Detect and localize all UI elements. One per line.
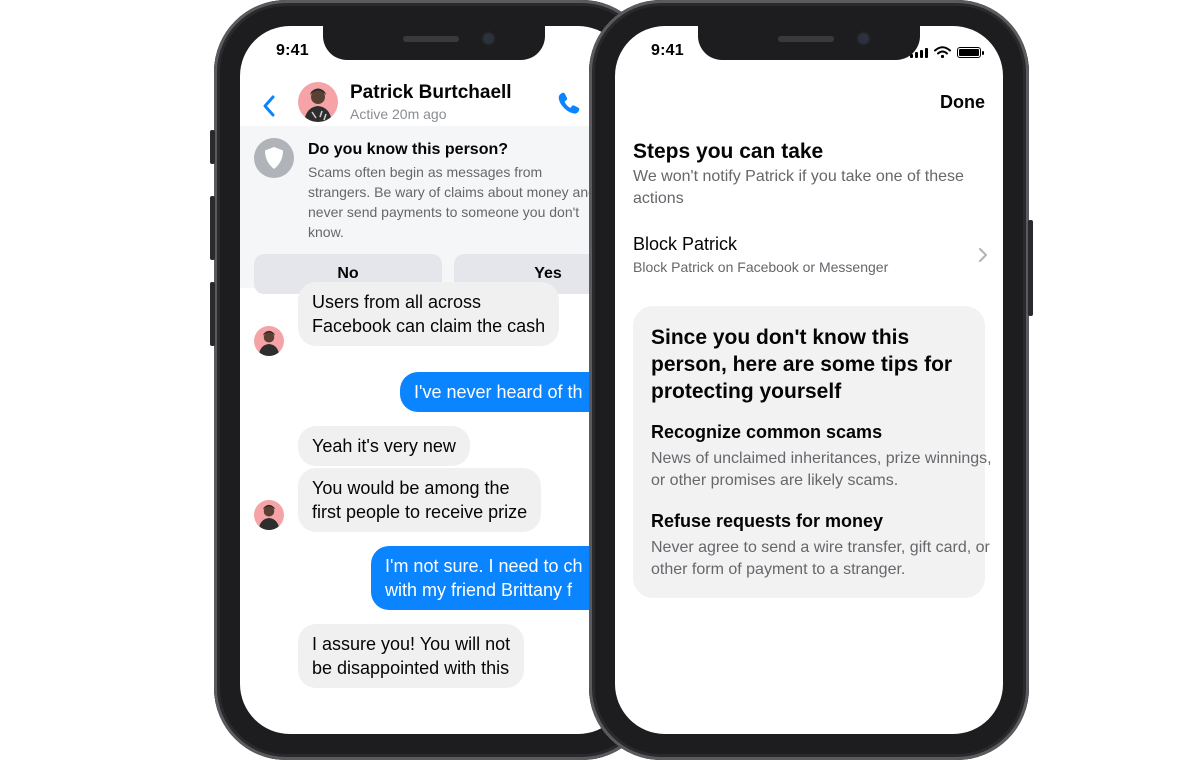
message-text: I assure you! You will not [312,634,511,654]
tips-title: Since you don't know this person, here a… [651,326,953,403]
contact-active-status: Active 20m ago [350,106,447,122]
message-text: I've never heard of th [414,382,583,402]
status-icons [910,46,984,58]
message-list: Users from all across Facebook can claim… [240,282,628,734]
status-time: 9:41 [276,42,309,59]
stranger-warning-card: Do you know this person? Scams often beg… [240,126,628,294]
message-text: Facebook can claim the cash [312,316,546,336]
message-incoming: I assure you! You will not be disappoint… [298,624,525,688]
message-text: be disappointed with this [312,658,510,678]
volume-up-button [210,196,215,260]
notch [698,26,920,60]
warning-title: Do you know this person? [308,141,509,158]
safety-tips-card: Since you don't know this person, here a… [633,306,992,598]
contact-avatar[interactable] [298,82,338,122]
mute-switch [210,130,215,164]
message-incoming: You would be among the first people to r… [298,468,542,532]
chevron-right-icon [979,248,987,262]
chat-phone: 9:41 Patrick Burtchaell Active 20m ago D… [210,0,654,760]
battery-icon [957,47,984,58]
safety-phone: 9:41 Done Steps you can take We won't no… [589,0,1033,760]
block-title: Block Patrick [633,234,738,254]
tip-heading: Refuse requests for money [651,511,884,531]
tip-body: News of unclaimed inheritances, prize wi… [651,450,992,489]
tip-heading: Recognize common scams [651,422,883,442]
back-chevron-icon[interactable] [260,94,280,118]
tip-body: Never agree to send a wire transfer, gif… [651,539,990,578]
message-text: first people to receive prize [312,502,528,522]
status-time: 9:41 [651,42,684,59]
done-button[interactable]: Done [940,92,985,113]
notch [323,26,545,60]
contact-name: Patrick Burtchaell [350,82,512,103]
message-outgoing: I've never heard of th [400,372,597,412]
message-text: Yeah it's very new [312,436,456,456]
block-subtitle: Block Patrick on Facebook or Messenger [633,259,889,275]
sender-avatar [254,500,284,530]
message-text: Users from all across [312,292,482,312]
volume-down-button [210,282,215,346]
message-outgoing: I'm not sure. I need to ch with my frien… [371,546,597,610]
sender-avatar [254,326,284,356]
shield-icon [254,138,294,178]
steps-subtitle: We won't notify Patrick if you take one … [633,168,964,207]
wifi-icon [934,46,951,58]
safety-screen: 9:41 Done Steps you can take We won't no… [615,26,1003,734]
steps-title: Steps you can take [633,140,824,163]
chat-screen: 9:41 Patrick Burtchaell Active 20m ago D… [240,26,628,734]
message-incoming: Yeah it's very new [298,426,470,466]
message-text: I'm not sure. I need to ch [385,556,583,576]
power-button [1028,220,1033,316]
message-text: with my friend Brittany f [385,580,573,600]
warning-body: Scams often begin as messages from stran… [308,164,596,240]
block-patrick-row[interactable]: Block Patrick Block Patrick on Facebook … [633,232,989,280]
phone-call-icon[interactable] [556,90,582,116]
message-text: You would be among the [312,478,510,498]
message-incoming: Users from all across Facebook can claim… [298,282,560,346]
